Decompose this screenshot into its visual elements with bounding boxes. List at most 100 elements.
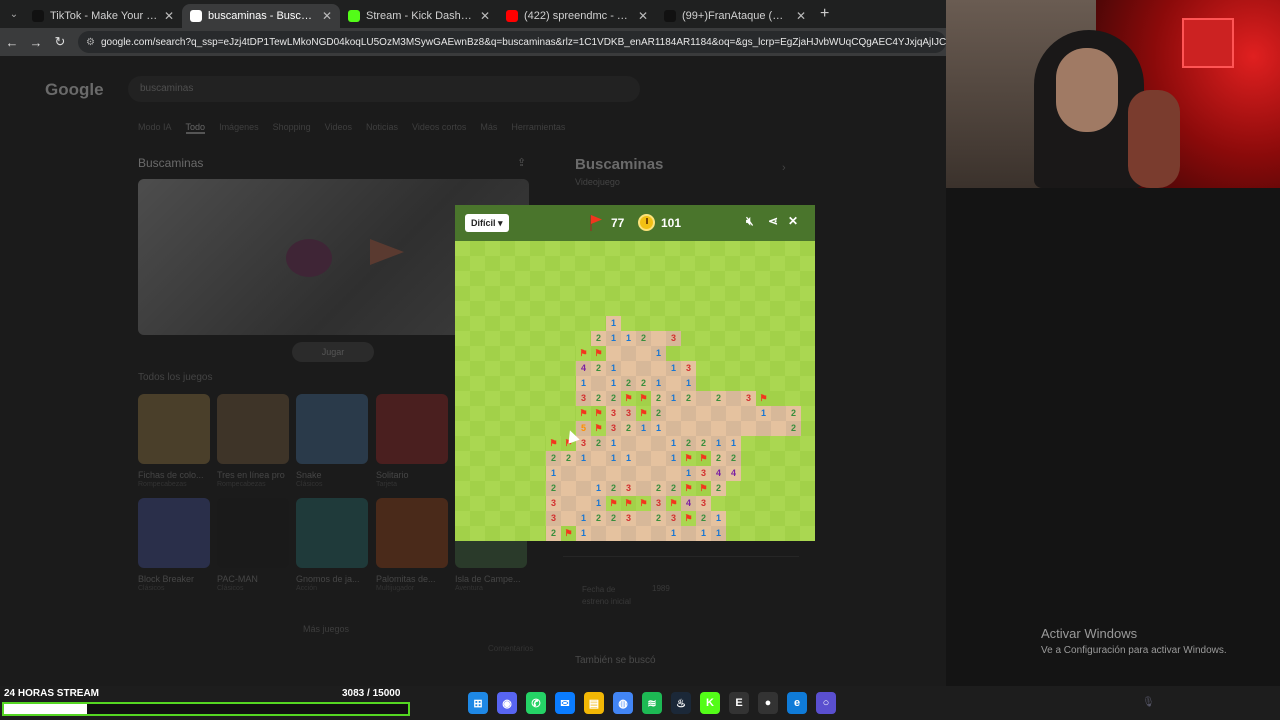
revealed-empty-cell[interactable] bbox=[636, 481, 651, 496]
revealed-number-cell[interactable]: 2 bbox=[591, 436, 606, 451]
revealed-number-cell[interactable]: 3 bbox=[651, 496, 666, 511]
revealed-empty-cell[interactable] bbox=[621, 361, 636, 376]
covered-cell[interactable] bbox=[515, 436, 530, 451]
covered-cell[interactable] bbox=[470, 361, 485, 376]
close-tab-icon[interactable]: ✕ bbox=[322, 9, 332, 23]
covered-cell[interactable] bbox=[695, 241, 710, 256]
flag-icon[interactable]: ⚑ bbox=[636, 496, 651, 511]
covered-cell[interactable] bbox=[500, 271, 515, 286]
covered-cell[interactable] bbox=[470, 436, 485, 451]
revealed-empty-cell[interactable] bbox=[621, 436, 636, 451]
revealed-number-cell[interactable]: 1 bbox=[651, 376, 666, 391]
revealed-empty-cell[interactable] bbox=[621, 466, 636, 481]
revealed-number-cell[interactable]: 3 bbox=[546, 511, 561, 526]
covered-cell[interactable] bbox=[515, 406, 530, 421]
covered-cell[interactable] bbox=[605, 256, 620, 271]
covered-cell[interactable] bbox=[800, 301, 815, 316]
flag-icon[interactable]: ⚑ bbox=[636, 391, 651, 406]
flag-icon[interactable]: ⚑ bbox=[666, 496, 681, 511]
revealed-number-cell[interactable]: 1 bbox=[666, 451, 681, 466]
covered-cell[interactable] bbox=[725, 376, 740, 391]
covered-cell[interactable] bbox=[470, 466, 485, 481]
close-tab-icon[interactable]: ✕ bbox=[480, 9, 490, 23]
covered-cell[interactable] bbox=[590, 271, 605, 286]
covered-cell[interactable] bbox=[485, 496, 500, 511]
covered-cell[interactable] bbox=[740, 286, 755, 301]
covered-cell[interactable] bbox=[770, 346, 785, 361]
covered-cell[interactable] bbox=[455, 376, 470, 391]
covered-cell[interactable] bbox=[785, 496, 800, 511]
covered-cell[interactable] bbox=[650, 301, 665, 316]
covered-cell[interactable] bbox=[725, 346, 740, 361]
revealed-empty-cell[interactable] bbox=[666, 406, 681, 421]
covered-cell[interactable] bbox=[785, 271, 800, 286]
close-tab-icon[interactable]: ✕ bbox=[796, 9, 806, 23]
covered-cell[interactable] bbox=[545, 301, 560, 316]
covered-cell[interactable] bbox=[500, 346, 515, 361]
revealed-empty-cell[interactable] bbox=[576, 466, 591, 481]
covered-cell[interactable] bbox=[620, 256, 635, 271]
revealed-number-cell[interactable]: 1 bbox=[606, 361, 621, 376]
covered-cell[interactable] bbox=[800, 271, 815, 286]
covered-cell[interactable] bbox=[665, 256, 680, 271]
covered-cell[interactable] bbox=[530, 451, 545, 466]
covered-cell[interactable] bbox=[620, 286, 635, 301]
covered-cell[interactable] bbox=[785, 481, 800, 496]
covered-cell[interactable] bbox=[605, 286, 620, 301]
covered-cell[interactable] bbox=[500, 256, 515, 271]
search-tab[interactable]: Imágenes bbox=[219, 122, 259, 134]
covered-cell[interactable] bbox=[455, 286, 470, 301]
revealed-empty-cell[interactable] bbox=[606, 526, 621, 541]
covered-cell[interactable] bbox=[680, 271, 695, 286]
reload-icon[interactable]: ↻ bbox=[48, 34, 72, 50]
revealed-number-cell[interactable]: 2 bbox=[546, 451, 561, 466]
revealed-number-cell[interactable]: 4 bbox=[726, 466, 741, 481]
revealed-number-cell[interactable]: 1 bbox=[576, 526, 591, 541]
covered-cell[interactable] bbox=[800, 241, 815, 256]
revealed-empty-cell[interactable] bbox=[651, 451, 666, 466]
revealed-empty-cell[interactable] bbox=[726, 421, 741, 436]
covered-cell[interactable] bbox=[485, 256, 500, 271]
covered-cell[interactable] bbox=[755, 301, 770, 316]
revealed-number-cell[interactable]: 3 bbox=[621, 406, 636, 421]
covered-cell[interactable] bbox=[740, 481, 755, 496]
covered-cell[interactable] bbox=[755, 481, 770, 496]
revealed-number-cell[interactable]: 1 bbox=[606, 316, 621, 331]
covered-cell[interactable] bbox=[635, 286, 650, 301]
covered-cell[interactable] bbox=[485, 376, 500, 391]
covered-cell[interactable] bbox=[695, 256, 710, 271]
covered-cell[interactable] bbox=[470, 241, 485, 256]
covered-cell[interactable] bbox=[560, 286, 575, 301]
covered-cell[interactable] bbox=[770, 331, 785, 346]
covered-cell[interactable] bbox=[725, 481, 740, 496]
covered-cell[interactable] bbox=[755, 241, 770, 256]
revealed-number-cell[interactable]: 3 bbox=[666, 511, 681, 526]
revealed-number-cell[interactable]: 2 bbox=[711, 451, 726, 466]
revealed-number-cell[interactable]: 1 bbox=[711, 526, 726, 541]
covered-cell[interactable] bbox=[785, 466, 800, 481]
covered-cell[interactable] bbox=[455, 346, 470, 361]
revealed-number-cell[interactable]: 2 bbox=[546, 481, 561, 496]
revealed-number-cell[interactable]: 1 bbox=[756, 406, 771, 421]
revealed-number-cell[interactable]: 1 bbox=[606, 376, 621, 391]
covered-cell[interactable] bbox=[590, 241, 605, 256]
covered-cell[interactable] bbox=[545, 406, 560, 421]
revealed-number-cell[interactable]: 2 bbox=[786, 421, 801, 436]
covered-cell[interactable] bbox=[545, 241, 560, 256]
revealed-empty-cell[interactable] bbox=[636, 466, 651, 481]
revealed-empty-cell[interactable] bbox=[591, 451, 606, 466]
browser-tab[interactable]: (422) spreendmc - YouTube ✕ bbox=[498, 4, 656, 28]
covered-cell[interactable] bbox=[785, 301, 800, 316]
covered-cell[interactable] bbox=[530, 361, 545, 376]
search-tab[interactable]: Shopping bbox=[273, 122, 311, 134]
covered-cell[interactable] bbox=[515, 376, 530, 391]
covered-cell[interactable] bbox=[515, 466, 530, 481]
covered-cell[interactable] bbox=[485, 241, 500, 256]
covered-cell[interactable] bbox=[530, 271, 545, 286]
revealed-number-cell[interactable]: 2 bbox=[606, 511, 621, 526]
covered-cell[interactable] bbox=[545, 256, 560, 271]
covered-cell[interactable] bbox=[800, 346, 815, 361]
covered-cell[interactable] bbox=[740, 376, 755, 391]
covered-cell[interactable] bbox=[800, 526, 815, 541]
covered-cell[interactable] bbox=[695, 376, 710, 391]
